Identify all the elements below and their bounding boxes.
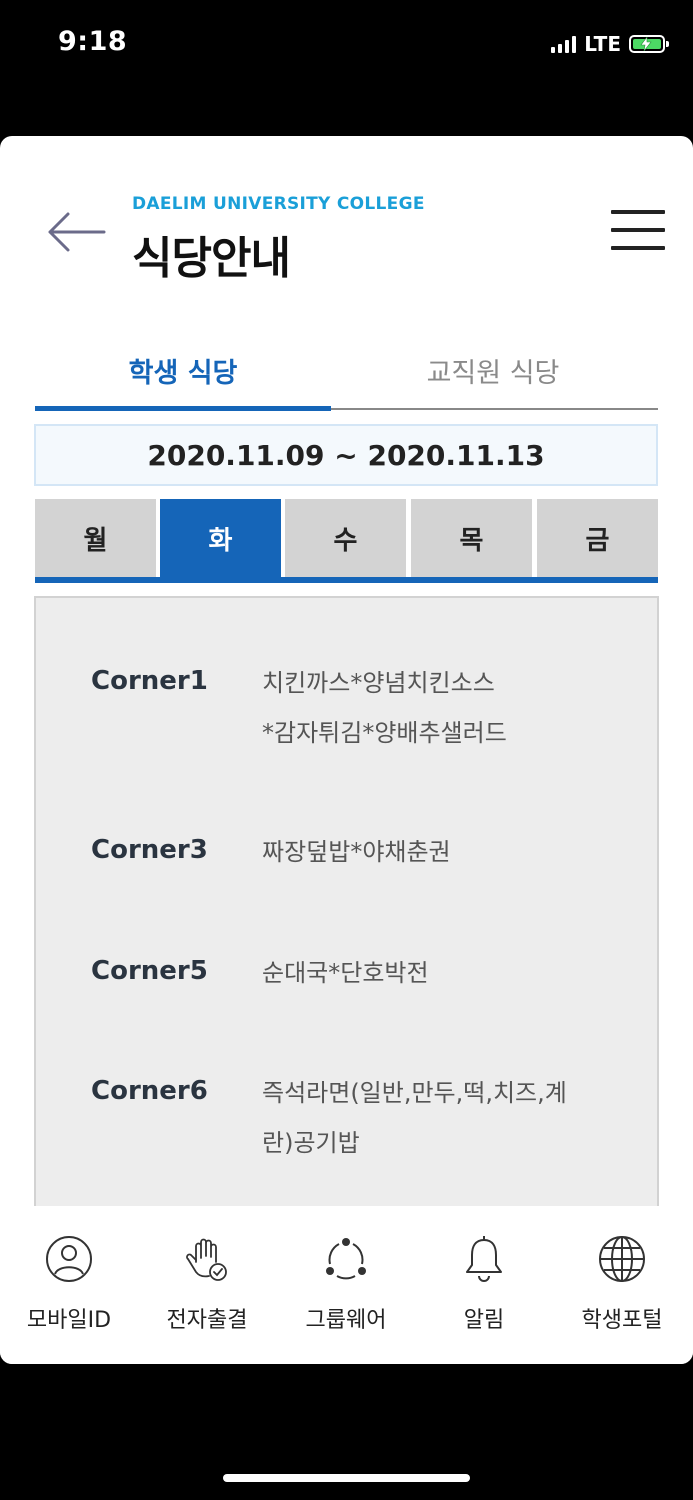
cafeteria-tabs: 학생 식당 교직원 식당 xyxy=(35,334,658,412)
day-tab-mon[interactable]: 월 xyxy=(35,499,156,577)
header: DAELIM UNIVERSITY COLLEGE 식당안내 xyxy=(0,136,693,306)
hand-check-icon xyxy=(186,1238,227,1281)
weekday-selector: 월 화 수 목 금 xyxy=(35,499,658,583)
signal-icon xyxy=(551,35,577,53)
dish-list: 짜장덮밥*야채춘권 xyxy=(262,838,451,866)
tab-active-indicator xyxy=(35,406,331,411)
nav-label: 학생포털 xyxy=(581,1308,663,1333)
bottom-nav: 모바일ID 전자출결 그룹웨어 알림 학생포털 xyxy=(0,1206,693,1364)
nav-label: 전자출결 xyxy=(166,1308,248,1333)
hamburger-icon xyxy=(611,210,665,214)
bell-icon xyxy=(466,1236,502,1282)
nav-groupware[interactable]: 그룹웨어 xyxy=(277,1234,415,1354)
menu-panel: Corner1 치킨까스*양념치킨소스 *감자튀김*양배추샐러드 Corner3… xyxy=(34,596,659,1216)
corner-label: Corner1 xyxy=(91,666,208,696)
status-indicators: LTE xyxy=(551,30,669,58)
corner-label: Corner6 xyxy=(91,1076,208,1106)
brand-label: DAELIM UNIVERSITY COLLEGE xyxy=(132,194,425,214)
corner-label: Corner3 xyxy=(91,835,208,865)
group-cycle-icon xyxy=(326,1238,366,1280)
day-tab-thu[interactable]: 목 xyxy=(411,499,532,577)
status-time: 9:18 xyxy=(58,26,128,57)
back-button[interactable] xyxy=(42,204,112,260)
battery-charging-icon xyxy=(629,35,669,53)
nav-label: 그룹웨어 xyxy=(305,1308,387,1333)
arrow-left-icon xyxy=(48,212,106,252)
day-tab-tue[interactable]: 화 xyxy=(160,499,281,577)
nav-mobile-id[interactable]: 모바일ID xyxy=(0,1234,138,1354)
status-bar: 9:18 LTE xyxy=(0,0,693,90)
home-indicator[interactable] xyxy=(223,1474,470,1482)
corner-label: Corner5 xyxy=(91,956,208,986)
nav-attendance[interactable]: 전자출결 xyxy=(138,1234,276,1354)
network-type: LTE xyxy=(584,32,621,56)
dish-list: 순대국*단호박전 xyxy=(262,959,429,987)
nav-student-portal[interactable]: 학생포털 xyxy=(553,1234,691,1354)
day-tab-wed[interactable]: 수 xyxy=(285,499,406,577)
day-tab-fri[interactable]: 금 xyxy=(537,499,658,577)
nav-notifications[interactable]: 알림 xyxy=(415,1234,553,1354)
nav-label: 모바일ID xyxy=(26,1308,112,1333)
person-icon xyxy=(46,1236,92,1282)
page-title: 식당안내 xyxy=(132,233,291,284)
app-screen: DAELIM UNIVERSITY COLLEGE 식당안내 학생 식당 교직원… xyxy=(0,136,693,1364)
tab-student-cafeteria[interactable]: 학생 식당 xyxy=(35,334,331,406)
day-active-underline xyxy=(35,577,658,583)
hamburger-menu-button[interactable] xyxy=(611,210,665,254)
dish-list: 즉석라면(일반,만두,떡,치즈,계 란)공기밥 xyxy=(262,1079,567,1157)
tab-staff-cafeteria[interactable]: 교직원 식당 xyxy=(345,334,641,406)
nav-label: 알림 xyxy=(463,1308,505,1333)
dish-list: 치킨까스*양념치킨소스 *감자튀김*양배추샐러드 xyxy=(262,669,507,747)
globe-icon xyxy=(599,1236,645,1282)
date-range: 2020.11.09 ~ 2020.11.13 xyxy=(34,424,658,486)
